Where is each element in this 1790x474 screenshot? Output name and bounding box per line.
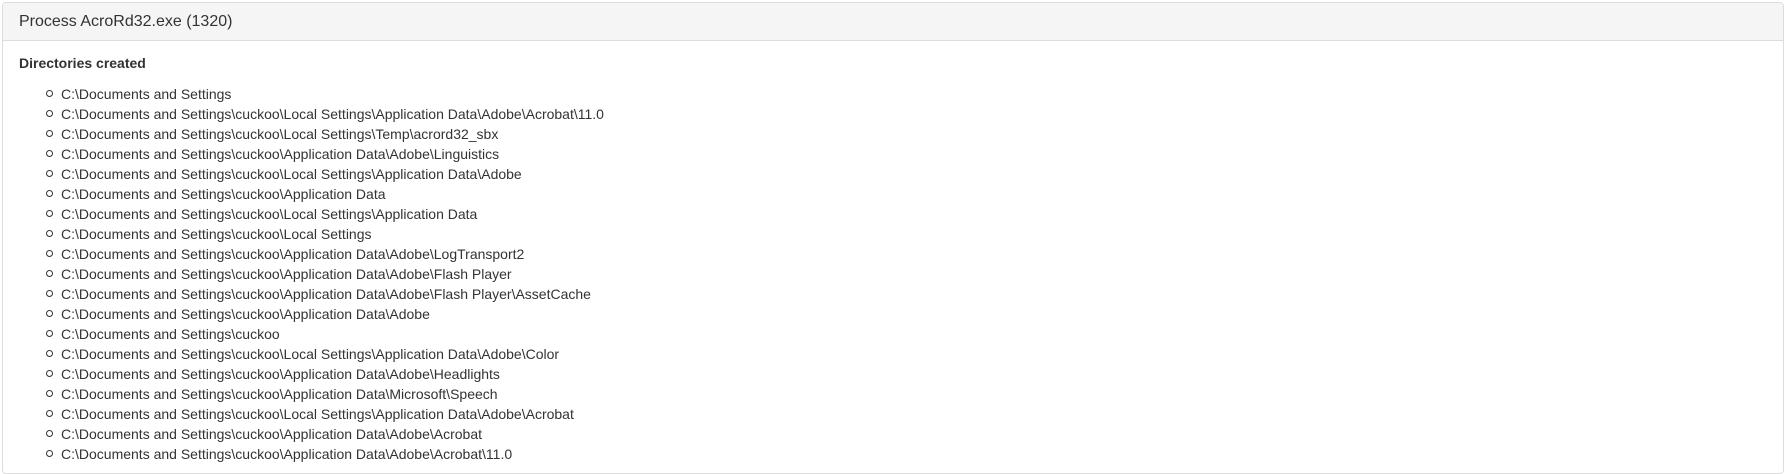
process-panel: Process AcroRd32.exe (1320) Directories … — [2, 2, 1784, 474]
directory-path: C:\Documents and Settings\cuckoo\Local S… — [61, 406, 574, 422]
circle-bullet-icon — [46, 350, 53, 357]
list-item: C:\Documents and Settings\cuckoo\Applica… — [43, 444, 1767, 464]
list-item: C:\Documents and Settings\cuckoo\Applica… — [43, 264, 1767, 284]
circle-bullet-icon — [46, 110, 53, 117]
circle-bullet-icon — [46, 230, 53, 237]
circle-bullet-icon — [46, 430, 53, 437]
circle-bullet-icon — [46, 390, 53, 397]
circle-bullet-icon — [46, 370, 53, 377]
process-title: Process AcroRd32.exe (1320) — [19, 12, 233, 30]
directory-path: C:\Documents and Settings\cuckoo\Applica… — [61, 286, 591, 302]
list-item: C:\Documents and Settings\cuckoo\Applica… — [43, 284, 1767, 304]
list-item: C:\Documents and Settings\cuckoo\Local S… — [43, 104, 1767, 124]
circle-bullet-icon — [46, 330, 53, 337]
directory-path: C:\Documents and Settings\cuckoo\Applica… — [61, 186, 386, 202]
directory-path: C:\Documents and Settings\cuckoo\Local S… — [61, 106, 604, 122]
directory-path: C:\Documents and Settings\cuckoo\Applica… — [61, 366, 500, 382]
list-item: C:\Documents and Settings\cuckoo — [43, 324, 1767, 344]
circle-bullet-icon — [46, 410, 53, 417]
list-item: C:\Documents and Settings\cuckoo\Applica… — [43, 304, 1767, 324]
directory-path: C:\Documents and Settings\cuckoo\Applica… — [61, 426, 483, 442]
list-item: C:\Documents and Settings\cuckoo\Applica… — [43, 144, 1767, 164]
list-item: C:\Documents and Settings\cuckoo\Local S… — [43, 164, 1767, 184]
panel-body: Directories created C:\Documents and Set… — [3, 41, 1783, 464]
circle-bullet-icon — [46, 210, 53, 217]
directory-path: C:\Documents and Settings\cuckoo\Applica… — [61, 446, 513, 462]
list-item: C:\Documents and Settings\cuckoo\Local S… — [43, 204, 1767, 224]
directory-path: C:\Documents and Settings\cuckoo\Local S… — [61, 346, 560, 362]
directory-path: C:\Documents and Settings\cuckoo\Applica… — [61, 266, 512, 282]
list-item: C:\Documents and Settings\cuckoo\Applica… — [43, 364, 1767, 384]
list-item: C:\Documents and Settings\cuckoo\Applica… — [43, 244, 1767, 264]
list-item: C:\Documents and Settings — [43, 84, 1767, 104]
list-item: C:\Documents and Settings\cuckoo\Applica… — [43, 184, 1767, 204]
directory-path: C:\Documents and Settings\cuckoo\Applica… — [61, 246, 525, 262]
list-item: C:\Documents and Settings\cuckoo\Local S… — [43, 124, 1767, 144]
section-title: Directories created — [19, 55, 146, 71]
directory-path: C:\Documents and Settings\cuckoo\Local S… — [61, 126, 499, 142]
circle-bullet-icon — [46, 450, 53, 457]
directory-path: C:\Documents and Settings — [61, 86, 232, 102]
directory-path: C:\Documents and Settings\cuckoo — [61, 326, 280, 342]
circle-bullet-icon — [46, 170, 53, 177]
list-item: C:\Documents and Settings\cuckoo\Local S… — [43, 344, 1767, 364]
directory-list: C:\Documents and Settings C:\Documents a… — [19, 84, 1767, 464]
circle-bullet-icon — [46, 310, 53, 317]
directory-path: C:\Documents and Settings\cuckoo\Applica… — [61, 146, 500, 162]
circle-bullet-icon — [46, 250, 53, 257]
circle-bullet-icon — [46, 190, 53, 197]
directory-path: C:\Documents and Settings\cuckoo\Applica… — [61, 306, 430, 322]
directory-path: C:\Documents and Settings\cuckoo\Local S… — [61, 166, 522, 182]
circle-bullet-icon — [46, 290, 53, 297]
circle-bullet-icon — [46, 150, 53, 157]
circle-bullet-icon — [46, 130, 53, 137]
list-item: C:\Documents and Settings\cuckoo\Applica… — [43, 384, 1767, 404]
directory-path: C:\Documents and Settings\cuckoo\Applica… — [61, 386, 498, 402]
list-item: C:\Documents and Settings\cuckoo\Local S… — [43, 404, 1767, 424]
circle-bullet-icon — [46, 270, 53, 277]
panel-heading[interactable]: Process AcroRd32.exe (1320) — [3, 3, 1783, 41]
list-item: C:\Documents and Settings\cuckoo\Local S… — [43, 224, 1767, 244]
list-item: C:\Documents and Settings\cuckoo\Applica… — [43, 424, 1767, 444]
directory-path: C:\Documents and Settings\cuckoo\Local S… — [61, 206, 478, 222]
directory-path: C:\Documents and Settings\cuckoo\Local S… — [61, 226, 372, 242]
circle-bullet-icon — [46, 90, 53, 97]
